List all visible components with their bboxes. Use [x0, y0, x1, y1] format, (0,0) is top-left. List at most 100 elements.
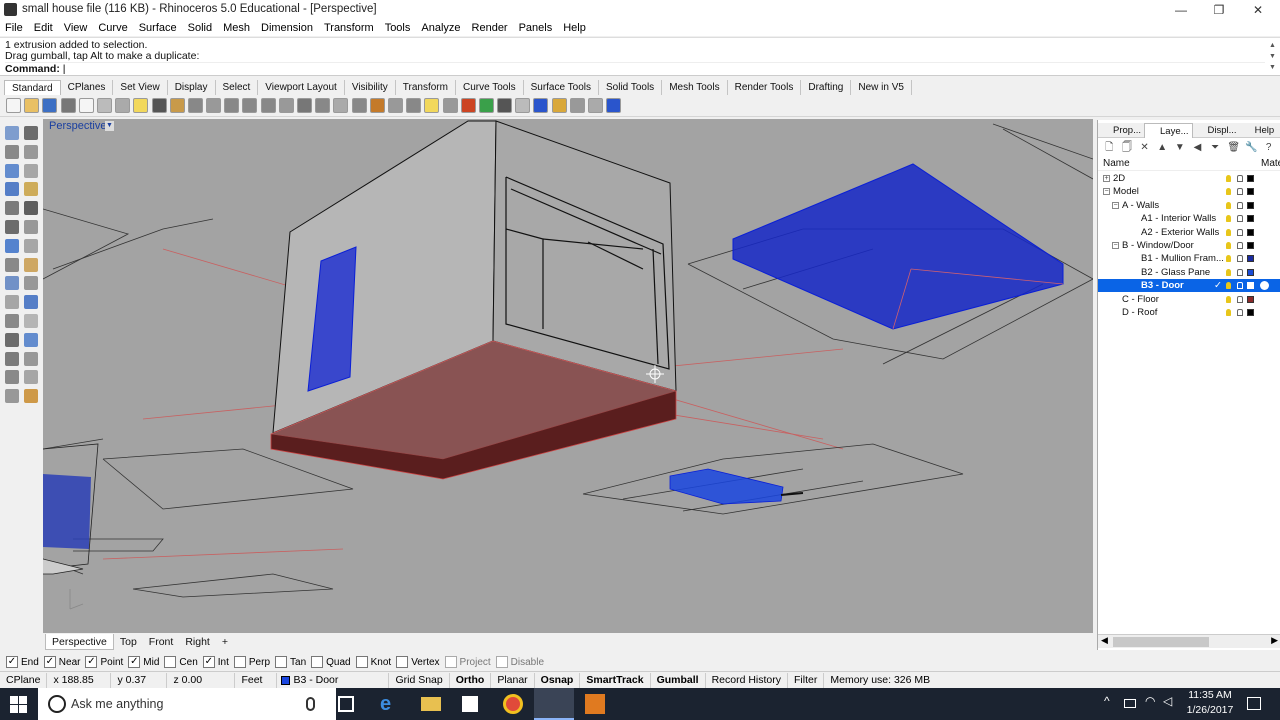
left-palette-tool-icon[interactable] [5, 295, 19, 310]
tab-transform[interactable]: Transform [396, 79, 456, 95]
maximize-button[interactable]: ❐ [1201, 1, 1237, 19]
add-view-tab-plus-icon[interactable]: + [216, 634, 234, 650]
presentation-app-icon[interactable] [585, 694, 605, 714]
menu-render[interactable]: Render [472, 22, 508, 34]
toolbar-tool-icon[interactable] [169, 98, 185, 113]
move-up-icon[interactable]: ▲ [1157, 142, 1168, 153]
osnap-quad[interactable]: Quad [311, 656, 351, 668]
left-palette-tool-icon[interactable] [5, 351, 19, 366]
view-tab-top[interactable]: Top [114, 634, 143, 650]
toolbar-tool-icon[interactable] [278, 98, 294, 113]
toolbar-tool-icon[interactable] [497, 98, 513, 113]
tab-solid-tools[interactable]: Solid Tools [599, 79, 663, 95]
layer-visibility-bulb-icon[interactable] [1226, 255, 1231, 263]
tab-mesh-tools[interactable]: Mesh Tools [662, 79, 728, 95]
layer-color-swatch[interactable] [1247, 242, 1254, 249]
menu-dimension[interactable]: Dimension [261, 22, 313, 34]
layer-row[interactable]: B3 - Door ✓ [1098, 279, 1280, 293]
left-palette-tool-icon[interactable] [5, 332, 19, 347]
panel-tab-properties[interactable]: Prop... [1098, 123, 1144, 138]
left-palette-tool-icon[interactable] [24, 370, 38, 385]
osnap-checkbox[interactable]: ✓ [202, 656, 215, 668]
osnap-cen[interactable]: Cen [164, 656, 198, 668]
osnap-checkbox[interactable] [233, 656, 246, 668]
osnap-tan[interactable]: Tan [275, 656, 306, 668]
left-palette-tool-icon[interactable] [24, 201, 38, 216]
panel-tab-display[interactable]: Displ... [1193, 123, 1240, 138]
left-palette-tool-icon[interactable] [5, 201, 19, 216]
store-icon[interactable] [462, 696, 478, 712]
delete-layer-icon[interactable]: ✕ [1139, 142, 1150, 153]
toolbar-tool-icon[interactable] [406, 98, 422, 113]
toolbar-tool-icon[interactable] [551, 98, 567, 113]
toolbar-tool-icon[interactable] [60, 98, 76, 113]
osnap-checkbox[interactable] [396, 656, 409, 668]
tab-set-view[interactable]: Set View [113, 79, 168, 95]
toolbar-tool-icon[interactable] [242, 98, 258, 113]
current-layer-check-icon[interactable]: ✓ [1214, 279, 1222, 292]
menu-file[interactable]: File [5, 22, 23, 34]
toolbar-tool-icon[interactable] [515, 98, 531, 113]
osnap-checkbox[interactable] [355, 656, 368, 668]
layer-color-swatch[interactable] [1247, 282, 1254, 290]
status-units[interactable]: Feet [235, 672, 278, 688]
command-input[interactable]: Command: | [5, 62, 1265, 75]
layer-visibility-bulb-icon[interactable] [1226, 295, 1231, 303]
left-palette-tool-icon[interactable] [5, 126, 19, 140]
layer-material-icon[interactable] [1260, 281, 1269, 291]
left-palette-tool-icon[interactable] [5, 257, 19, 272]
left-palette-tool-icon[interactable] [5, 370, 19, 385]
osnap-checkbox[interactable]: ✓ [128, 656, 141, 668]
clock-date[interactable]: 1/26/2017 [1182, 704, 1238, 716]
left-palette-tool-icon[interactable] [24, 220, 38, 234]
layer-color-swatch[interactable] [1247, 309, 1254, 316]
toolbar-tool-icon[interactable] [533, 98, 549, 113]
osnap-checkbox[interactable] [275, 656, 288, 668]
osnap-checkbox[interactable] [495, 656, 508, 668]
toolbar-tool-icon[interactable] [151, 98, 167, 113]
view-tab-right[interactable]: Right [179, 634, 216, 650]
layer-color-swatch[interactable] [1247, 215, 1254, 223]
minimize-button[interactable]: — [1163, 1, 1199, 19]
layer-lock-icon[interactable] [1237, 175, 1243, 182]
layer-color-swatch[interactable] [1247, 175, 1254, 182]
tab-visibility[interactable]: Visibility [345, 79, 396, 95]
osnap-checkbox[interactable] [164, 656, 177, 668]
osnap-int[interactable]: ✓ Int [202, 656, 229, 668]
menu-solid[interactable]: Solid [188, 22, 212, 34]
left-palette-tool-icon[interactable] [24, 295, 38, 310]
left-palette-tool-icon[interactable] [24, 351, 38, 366]
layer-row[interactable]: B1 - Mullion Fram... [1098, 252, 1280, 265]
osnap-point[interactable]: ✓ Point [85, 656, 123, 668]
toolbar-tool-icon[interactable] [206, 98, 222, 113]
left-palette-tool-icon[interactable] [5, 163, 19, 178]
menu-view[interactable]: View [64, 22, 88, 34]
menu-help[interactable]: Help [563, 22, 586, 34]
toolbar-tool-icon[interactable] [133, 98, 149, 113]
layer-row[interactable]: D - Roof [1098, 306, 1280, 319]
osnap-checkbox[interactable]: ✓ [6, 656, 18, 668]
layer-visibility-bulb-icon[interactable] [1226, 188, 1231, 196]
layer-lock-icon[interactable] [1237, 228, 1243, 236]
menu-tools[interactable]: Tools [385, 22, 411, 34]
toolbar-tool-icon[interactable] [387, 98, 403, 113]
osnap-checkbox[interactable]: ✓ [85, 656, 98, 668]
close-button[interactable]: ✕ [1240, 1, 1276, 19]
layer-row[interactable]: C - Floor [1098, 293, 1280, 306]
toolbar-tool-icon[interactable] [588, 98, 603, 113]
left-palette-tool-icon[interactable] [24, 332, 38, 347]
layer-color-swatch[interactable] [1247, 268, 1254, 276]
command-scrollbar[interactable]: ▲ ▼ ▼ [1268, 40, 1277, 75]
left-palette-tool-icon[interactable] [5, 182, 19, 197]
toolbar-tool-icon[interactable] [351, 98, 367, 113]
osnap-project[interactable]: Project [444, 656, 491, 668]
toolbar-tool-icon[interactable] [333, 98, 349, 113]
layer-visibility-bulb-icon[interactable] [1226, 309, 1231, 316]
status-gumball[interactable]: Gumball [651, 672, 706, 688]
osnap-near[interactable]: ✓ Near [43, 656, 80, 668]
layer-visibility-bulb-icon[interactable] [1226, 201, 1231, 209]
toolbar-tool-icon[interactable] [424, 98, 440, 113]
layer-visibility-bulb-icon[interactable] [1226, 242, 1231, 249]
menu-panels[interactable]: Panels [519, 22, 553, 34]
viewport-canvas[interactable] [43, 119, 1093, 633]
